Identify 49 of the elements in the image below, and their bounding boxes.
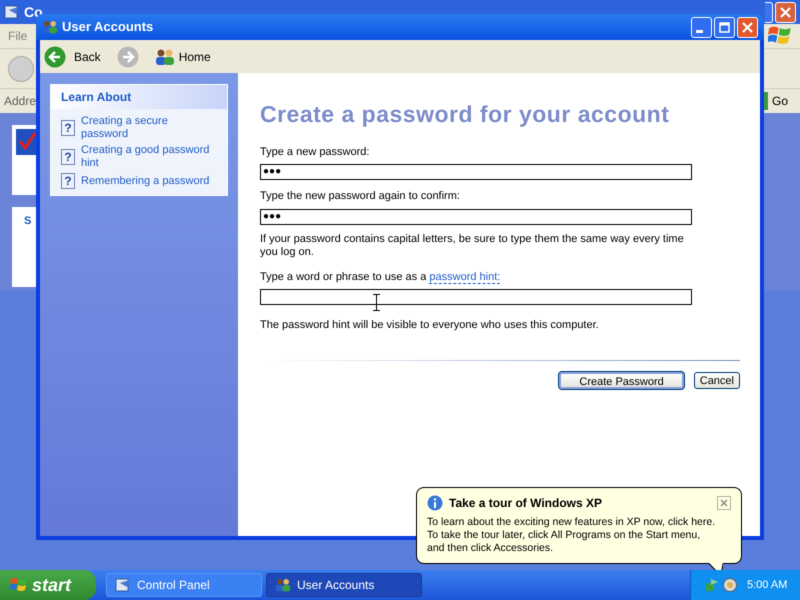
dialog-button[interactable]: Create Password <box>559 372 684 388</box>
password-field[interactable]: ●●● <box>260 208 692 224</box>
help-icon: ? <box>61 120 75 136</box>
users-icon <box>275 577 291 593</box>
dialog-button[interactable]: Cancel <box>694 372 740 388</box>
text-cursor-icon <box>373 294 380 311</box>
close-icon <box>742 22 753 32</box>
maximize-icon <box>719 22 730 32</box>
back-button[interactable]: Back <box>44 46 101 68</box>
home-button[interactable]: Home <box>154 46 211 66</box>
taskbar-button[interactable]: User Accounts <box>266 573 422 597</box>
field-label: Type a new password: <box>260 144 370 160</box>
help-link[interactable]: Creating a secure password <box>81 115 217 141</box>
panel-heading: S <box>24 215 32 227</box>
window-title: User Accounts <box>62 18 154 36</box>
clock: 5:00 AM <box>747 578 788 593</box>
help-icon: ? <box>61 149 75 165</box>
tour-icon <box>723 578 737 592</box>
page-heading: Create a password for your account <box>260 100 670 129</box>
maximize-button[interactable] <box>714 16 735 38</box>
balloon-title: Take a tour of Windows XP <box>449 495 602 512</box>
password-hint-link[interactable]: password hint: <box>429 270 500 284</box>
field-label: Type a word or phrase to use as a <box>260 270 426 282</box>
password-hint-field[interactable] <box>260 289 692 305</box>
help-link[interactable]: Creating a good password hint <box>81 144 217 170</box>
windows-logo-icon <box>10 576 28 594</box>
capital-letters-note: If your password contains capital letters, be sure to type them the same way every time you log on. <box>260 232 685 258</box>
start-button[interactable]: start <box>0 570 96 600</box>
users-icon <box>42 19 58 35</box>
close-icon <box>780 6 791 18</box>
address-label: Addre <box>4 93 36 110</box>
help-icon: ? <box>61 173 75 189</box>
users-icon <box>154 46 175 66</box>
restore-button[interactable] <box>765 2 773 22</box>
info-icon <box>427 495 443 511</box>
control-panel-icon <box>4 4 20 20</box>
close-button[interactable] <box>717 496 731 510</box>
panel-heading: Learn About <box>61 90 132 104</box>
minimize-button[interactable] <box>691 16 712 38</box>
minimize-icon <box>696 30 703 32</box>
help-link[interactable]: Remembering a password <box>81 174 210 188</box>
control-panel-icon <box>115 577 131 593</box>
hint-visibility-note: The password hint will be visible to everyone who uses this computer. <box>260 318 600 333</box>
balloon-message: To learn about the exciting new features in XP now, click here. To take the tour later, click All Programs on the Start menu, and then click Accessories. <box>427 516 716 555</box>
network-icon <box>705 578 719 592</box>
taskbar-button[interactable]: Control Panel <box>106 573 262 597</box>
field-label: Type the new password again to confirm: <box>260 189 461 204</box>
close-icon <box>720 499 728 507</box>
password-field[interactable]: ●●● <box>260 164 692 180</box>
